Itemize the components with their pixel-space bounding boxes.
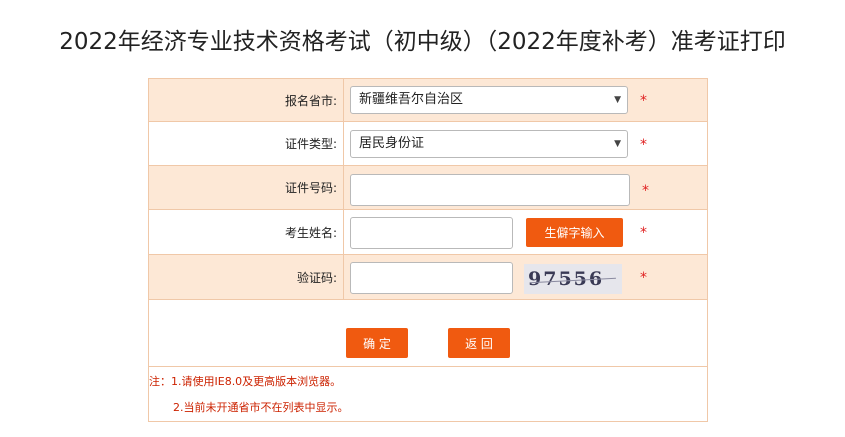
required-mark: * xyxy=(640,270,647,286)
note-line-2: 2.当前未开通省市不在列表中显示。 xyxy=(173,401,349,414)
province-selected-value: 新疆维吾尔自治区 xyxy=(359,92,464,107)
actions-row: 确 定 返 回 xyxy=(148,299,708,367)
page-title: 2022年经济专业技术资格考试（初中级）（2022年度补考）准考证打印 xyxy=(59,29,786,55)
name-row: 考生姓名: 生僻字输入 * xyxy=(148,209,708,255)
required-mark: * xyxy=(640,225,647,241)
captcha-row: 验证码: 97556 * xyxy=(148,254,708,300)
chevron-down-icon: ▼ xyxy=(614,138,621,149)
captcha-label: 验证码: xyxy=(148,254,344,300)
note-line-1: 注：1.请使用IE8.0及更高版本浏览器。 xyxy=(149,375,342,388)
id-number-input[interactable] xyxy=(350,173,630,206)
name-label: 考生姓名: xyxy=(148,209,344,255)
name-input[interactable] xyxy=(350,217,513,249)
rare-char-input-button[interactable]: 生僻字输入 xyxy=(526,218,623,247)
required-mark: * xyxy=(640,136,647,153)
captcha-image[interactable]: 97556 xyxy=(524,264,622,294)
province-row: 报名省市: 新疆维吾尔自治区 ▼ * xyxy=(148,78,708,122)
id-type-label: 证件类型: xyxy=(148,121,344,166)
id-type-select[interactable]: 居民身份证 ▼ xyxy=(350,129,628,158)
province-select[interactable]: 新疆维吾尔自治区 ▼ xyxy=(350,86,628,114)
id-type-row: 证件类型: 居民身份证 ▼ * xyxy=(148,121,708,166)
id-type-selected-value: 居民身份证 xyxy=(359,135,425,151)
province-label: 报名省市: xyxy=(148,78,344,122)
required-mark: * xyxy=(642,182,649,199)
print-form: 报名省市: 新疆维吾尔自治区 ▼ * 证件类型: 居民身份证 ▼ * 证件号码:… xyxy=(148,78,708,422)
confirm-button[interactable]: 确 定 xyxy=(346,328,408,358)
back-button[interactable]: 返 回 xyxy=(448,328,510,358)
chevron-down-icon: ▼ xyxy=(614,95,621,105)
captcha-input[interactable] xyxy=(350,262,513,294)
notes-row: 注：1.请使用IE8.0及更高版本浏览器。 2.当前未开通省市不在列表中显示。 xyxy=(148,366,708,422)
id-number-label: 证件号码: xyxy=(148,165,344,210)
id-number-row: 证件号码: * xyxy=(148,165,708,210)
required-mark: * xyxy=(640,93,647,109)
